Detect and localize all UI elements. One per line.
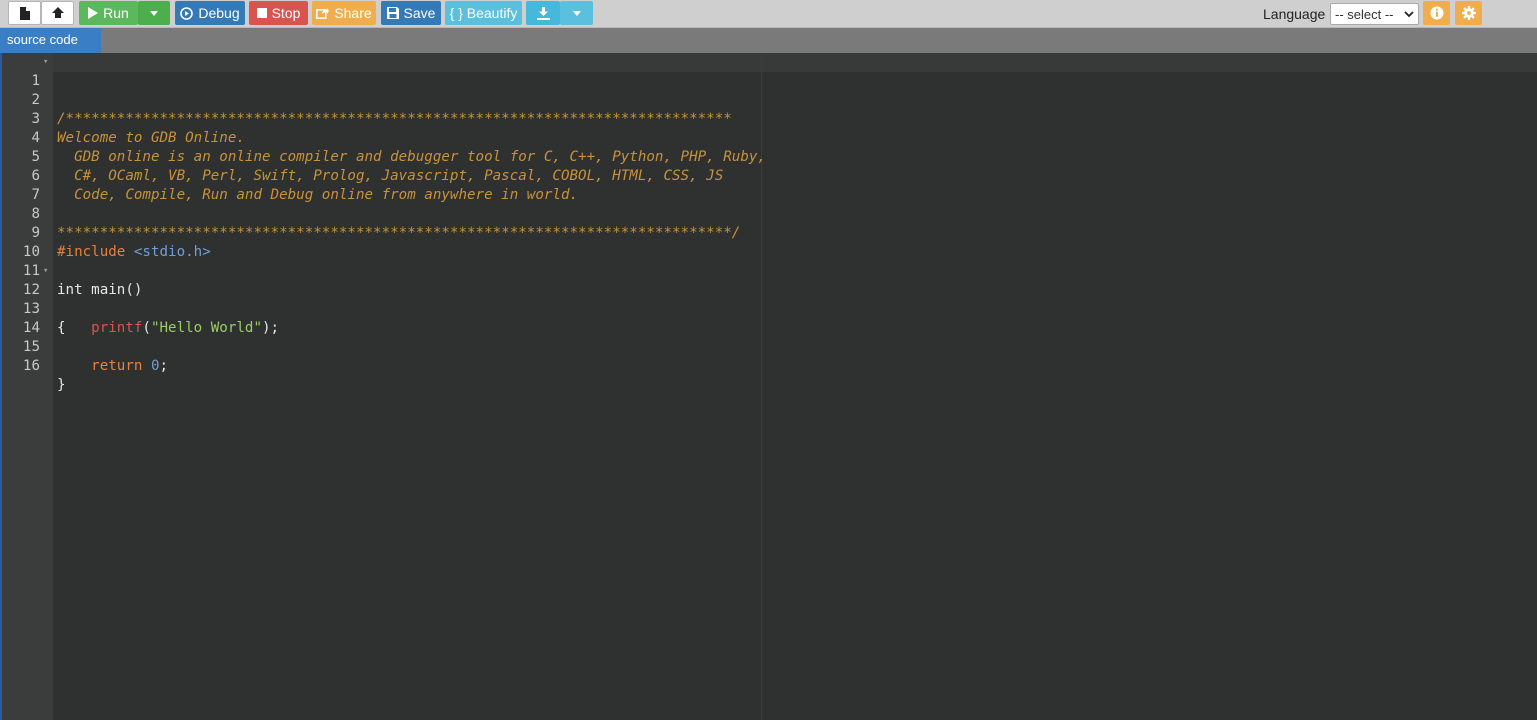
fold-toggle-icon[interactable]: ▾ — [43, 53, 48, 72]
line-text: return 0; — [57, 357, 168, 376]
download-icon — [536, 6, 550, 20]
line-text: ****************************************… — [57, 225, 741, 241]
beautify-label: { } Beautify — [449, 5, 518, 21]
semicolon: ; — [159, 358, 169, 374]
tab-bar: source code — [0, 28, 1537, 53]
beautify-button[interactable]: { } Beautify — [445, 1, 522, 25]
code-line: 9 #include <stdio.h> — [0, 205, 210, 260]
code-line: 7 — [0, 167, 40, 203]
line-text: /***************************************… — [57, 111, 732, 127]
active-line-highlight — [53, 53, 1537, 72]
file-icon — [19, 6, 30, 20]
debug-label: Debug — [198, 5, 240, 21]
code-line: 15 return 0; — [0, 319, 168, 374]
line-text: Code, Compile, Run and Debug online from… — [57, 187, 579, 203]
chevron-down-icon — [1404, 8, 1414, 23]
run-options-dropdown[interactable] — [138, 1, 170, 25]
caret-down-icon — [150, 10, 158, 16]
hello-string: "Hello World" — [150, 320, 263, 336]
language-label: Language — [1263, 6, 1326, 22]
line-text: GDB online is an online compiler and deb… — [57, 149, 766, 165]
save-label: Save — [403, 5, 436, 21]
fold-toggle-icon[interactable]: ▾ — [43, 262, 48, 281]
code-line: 13 printf("Hello World"); — [0, 281, 279, 336]
caret-down-icon — [572, 10, 581, 16]
line-text: } — [57, 377, 66, 393]
code-line: 14 — [0, 300, 40, 336]
printf-function: printf — [91, 320, 143, 336]
stop-icon — [256, 8, 267, 18]
printf-close: ); — [262, 320, 280, 336]
share-icon — [316, 7, 330, 19]
code-line: 11 int main() — [0, 243, 143, 298]
line-text: Welcome to GDB Online. — [57, 130, 245, 146]
code-line: 4 GDB online is an online compiler and d… — [0, 110, 766, 165]
upload-icon — [51, 6, 65, 20]
return-value: 0 — [150, 358, 160, 374]
line-text: C#, OCaml, VB, Perl, Swift, Prolog, Java… — [57, 168, 724, 184]
code-line: 2 — [0, 72, 40, 108]
debug-circle-play-icon — [180, 6, 194, 20]
share-button[interactable]: Share — [312, 1, 376, 25]
return-keyword: return — [91, 358, 143, 374]
line-text: printf("Hello World"); — [57, 319, 279, 338]
stop-label: Stop — [271, 5, 301, 21]
settings-button[interactable] — [1455, 1, 1482, 25]
code-line: 3 Welcome to GDB Online. — [0, 91, 244, 146]
code-line: 5 C#, OCaml, VB, Perl, Swift, Prolog, Ja… — [0, 129, 723, 184]
stop-button[interactable]: Stop — [249, 1, 308, 25]
line-text: int main() — [57, 282, 143, 298]
include-keyword: #include — [57, 244, 126, 260]
new-file-button[interactable] — [8, 1, 41, 25]
language-select[interactable]: -- select -- — [1330, 3, 1419, 25]
language-select-value: -- select -- — [1335, 6, 1394, 22]
floppy-disk-icon — [386, 7, 399, 19]
code-line: 10 — [0, 224, 40, 260]
include-file: <stdio.h> — [133, 244, 211, 260]
line-text: #include <stdio.h> — [57, 243, 211, 262]
code-line: 12 ▾ { — [0, 262, 66, 336]
upload-button[interactable] — [41, 1, 74, 25]
info-button[interactable] — [1423, 1, 1450, 25]
printf-open-paren: ( — [142, 320, 151, 336]
share-label: Share — [334, 5, 372, 21]
gear-icon — [1461, 6, 1476, 20]
save-button[interactable]: Save — [381, 1, 441, 25]
line-number: 16 — [22, 358, 40, 374]
play-icon — [88, 7, 99, 19]
info-icon — [1430, 6, 1444, 20]
download-options-dropdown[interactable] — [560, 1, 593, 25]
debug-button[interactable]: Debug — [175, 1, 245, 25]
code-line: 1 ▾ /***********************************… — [0, 53, 731, 127]
code-line: 16 } — [0, 338, 66, 393]
tab-source-code[interactable]: source code — [0, 28, 101, 53]
run-label: Run — [103, 5, 129, 21]
download-button[interactable] — [526, 1, 560, 25]
toolbar: Run Debug Stop Share Save { } Beautify L… — [0, 0, 1537, 28]
code-line: 6 Code, Compile, Run and Debug online fr… — [0, 148, 578, 203]
code-line: 8 **************************************… — [0, 186, 740, 241]
run-button[interactable]: Run — [79, 1, 138, 25]
